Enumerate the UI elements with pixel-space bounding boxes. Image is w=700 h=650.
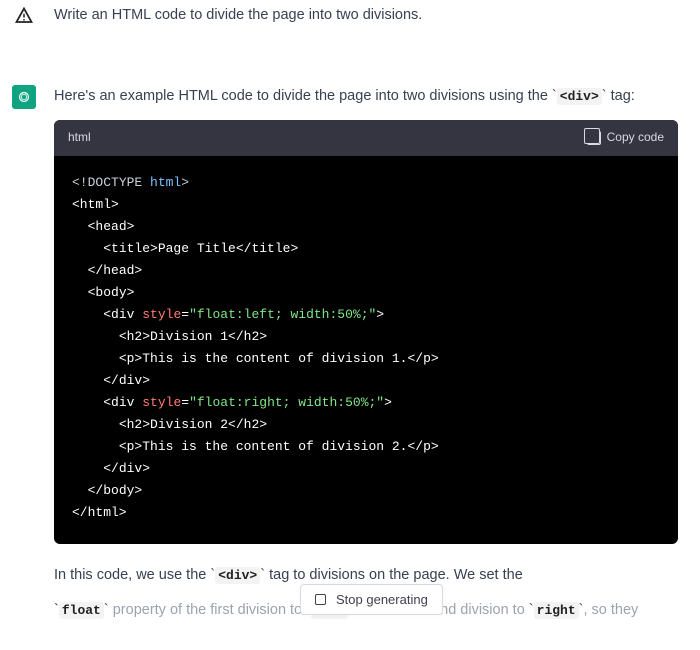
stop-generating-label: Stop generating <box>336 592 428 607</box>
copy-code-label: Copy code <box>607 128 664 147</box>
intro-suffix: tag: <box>607 88 635 104</box>
code-block: html Copy code <!DOCTYPE html> <html> <h… <box>54 120 678 543</box>
user-message-text: Write an HTML code to divide the page in… <box>54 4 678 27</box>
openai-icon <box>16 89 32 105</box>
intro-inline-code: <div> <box>557 88 602 105</box>
user-message-body: Write an HTML code to divide the page in… <box>54 4 688 39</box>
clipboard-icon <box>587 131 601 145</box>
assistant-message-body: Here's an example HTML code to divide th… <box>54 85 688 634</box>
code-language-label: html <box>68 128 91 147</box>
stop-generating-button[interactable]: Stop generating <box>300 584 443 615</box>
stop-icon <box>315 594 326 605</box>
code-content[interactable]: <!DOCTYPE html> <html> <head> <title>Pag… <box>54 156 678 544</box>
intro-prefix: Here's an example HTML code to divide th… <box>54 88 552 104</box>
user-avatar-icon <box>15 7 33 25</box>
copy-code-button[interactable]: Copy code <box>587 128 664 147</box>
user-message: Write an HTML code to divide the page in… <box>0 0 700 55</box>
code-block-header: html Copy code <box>54 120 678 155</box>
user-avatar <box>12 4 36 28</box>
assistant-message: Here's an example HTML code to divide th… <box>0 55 700 650</box>
assistant-avatar <box>12 85 36 109</box>
assistant-intro: Here's an example HTML code to divide th… <box>54 85 678 108</box>
